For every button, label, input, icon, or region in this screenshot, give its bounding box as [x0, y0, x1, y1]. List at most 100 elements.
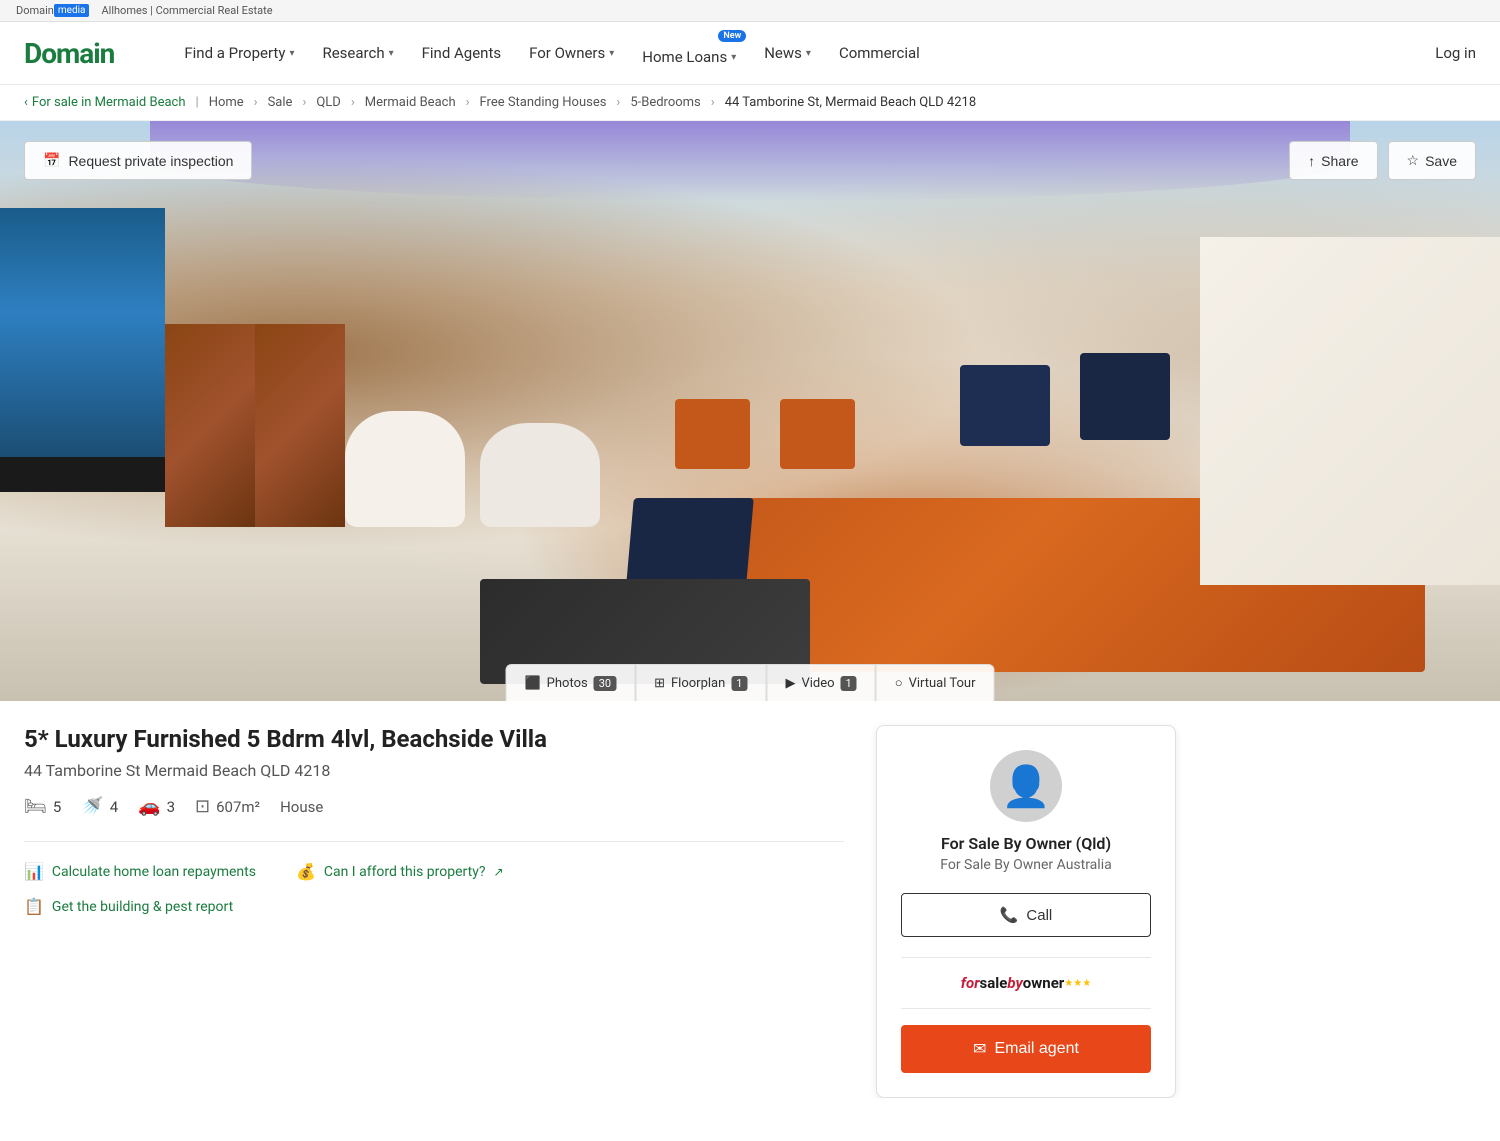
save-button[interactable]: ☆ Save [1388, 141, 1476, 180]
new-badge: New [718, 30, 746, 42]
media-badge: media [54, 4, 90, 17]
video-count: 1 [841, 676, 857, 691]
loan-repayments-link[interactable]: 📊 Calculate home loan repayments [24, 862, 256, 881]
property-photo [0, 121, 1500, 701]
panel-divider [901, 957, 1151, 958]
breadcrumb-separator: | [196, 95, 199, 110]
breadcrumb-current: 44 Tamborine St, Mermaid Beach QLD 4218 [725, 95, 976, 110]
agent-panel: 👤 For Sale By Owner (Qld) For Sale By Ow… [876, 725, 1176, 1098]
panel-divider-2 [901, 1008, 1151, 1009]
chevron-down-icon: ▾ [731, 52, 736, 63]
white-chair [345, 411, 465, 527]
chevron-left-icon: ‹ [24, 95, 28, 110]
breadcrumb-arrow: › [616, 95, 620, 110]
email-agent-button[interactable]: ✉ Email agent [901, 1025, 1151, 1073]
breadcrumb-arrow: › [466, 95, 470, 110]
breadcrumb-home[interactable]: Home [209, 95, 244, 110]
tab-floorplan[interactable]: ⊞ Floorplan 1 [635, 664, 766, 701]
floorplan-count: 1 [731, 676, 747, 691]
media-tabs: ⬛ Photos 30 ⊞ Floorplan 1 ▶ Video 1 ○ Vi… [505, 664, 994, 701]
domain-media-links: Domain media [16, 4, 89, 17]
tab-photos[interactable]: ⬛ Photos 30 [505, 664, 635, 701]
tv-screen [0, 208, 165, 469]
garage-count: 3 [167, 798, 175, 816]
bedroom-count: 5 [53, 798, 61, 816]
calendar-icon: 📅 [43, 152, 60, 169]
star-icon: ☆ [1407, 152, 1420, 169]
chevron-down-icon: ▾ [609, 48, 614, 59]
property-type: House [280, 798, 323, 816]
tab-video[interactable]: ▶ Video 1 [766, 664, 875, 701]
nav-for-owners[interactable]: For Owners ▾ [515, 36, 628, 70]
blue-chair-2 [960, 365, 1050, 446]
tab-virtual-tour[interactable]: ○ Virtual Tour [876, 664, 995, 701]
photos-icon: ⬛ [524, 676, 540, 691]
agent-company: For Sale By Owner Australia [901, 857, 1151, 873]
nav-research[interactable]: Research ▾ [308, 36, 407, 70]
feature-area: ⊡ 607m² [195, 796, 260, 817]
photos-count: 30 [594, 676, 616, 691]
feature-bathrooms: 🚿 4 [81, 796, 118, 817]
action-links: 📊 Calculate home loan repayments 💰 Can I… [24, 862, 844, 881]
breadcrumb-sale[interactable]: Sale [268, 95, 293, 110]
nav-find-agents[interactable]: Find Agents [408, 36, 516, 70]
breadcrumb-arrow: › [254, 95, 258, 110]
car-icon: 🚗 [138, 796, 160, 817]
agent-name: For Sale By Owner (Qld) [901, 834, 1151, 853]
login-button[interactable]: Log in [1435, 44, 1476, 62]
breadcrumb-qld[interactable]: QLD [316, 95, 340, 110]
bathroom-count: 4 [110, 798, 118, 816]
bath-icon: 🚿 [81, 796, 103, 817]
breadcrumb-mermaid-beach[interactable]: Mermaid Beach [365, 95, 456, 110]
breadcrumb-back[interactable]: ‹ For sale in Mermaid Beach [24, 95, 186, 110]
domain-word: Domain [16, 4, 54, 17]
navigation: Domain Find a Property ▾ Research ▾ Find… [0, 22, 1500, 85]
property-details: 5* Luxury Furnished 5 Bdrm 4lvl, Beachsi… [24, 725, 844, 1098]
call-button[interactable]: 📞 Call [901, 893, 1151, 937]
wood-door [165, 324, 255, 527]
tv-stand [0, 457, 165, 492]
nav-news[interactable]: News ▾ [750, 36, 825, 70]
area-icon: ⊡ [195, 796, 210, 817]
breadcrumb: ‹ For sale in Mermaid Beach | Home › Sal… [0, 85, 1500, 121]
video-icon: ▶ [785, 676, 795, 691]
hero-image: 📅 Request private inspection ↑ Share ☆ S… [0, 121, 1500, 701]
external-link-icon: ↗ [493, 865, 503, 879]
hero-right-buttons: ↑ Share ☆ Save [1289, 141, 1476, 180]
email-icon: ✉ [973, 1039, 986, 1059]
agent-avatar: 👤 [990, 750, 1062, 822]
chevron-down-icon: ▾ [289, 48, 294, 59]
breadcrumb-free-standing[interactable]: Free Standing Houses [480, 95, 607, 110]
white-chair-2 [480, 423, 600, 527]
breadcrumb-arrow: › [351, 95, 355, 110]
wood-door-2 [255, 324, 345, 527]
nav-home-loans[interactable]: New Home Loans ▾ [628, 32, 750, 74]
nav-find-property[interactable]: Find a Property ▾ [170, 36, 308, 70]
report-icon: 📋 [24, 897, 44, 916]
afford-link[interactable]: 💰 Can I afford this property? ↗ [296, 862, 504, 881]
breadcrumb-bedrooms[interactable]: 5-Bedrooms [630, 95, 700, 110]
site-logo[interactable]: Domain [24, 37, 114, 70]
breadcrumb-arrow: › [302, 95, 306, 110]
nav-items: Find a Property ▾ Research ▾ Find Agents… [170, 32, 1403, 74]
property-title: 5* Luxury Furnished 5 Bdrm 4lvl, Beachsi… [24, 725, 844, 753]
top-bar-links[interactable]: Allhomes | Commercial Real Estate [101, 4, 272, 17]
property-address: 44 Tamborine St Mermaid Beach QLD 4218 [24, 761, 844, 780]
breadcrumb-arrow: › [711, 95, 715, 110]
chevron-down-icon: ▾ [389, 48, 394, 59]
kitchen-area [1200, 237, 1500, 585]
request-inspection-button[interactable]: 📅 Request private inspection [24, 141, 252, 180]
property-features: 🛏 5 🚿 4 🚗 3 ⊡ 607m² House [24, 796, 844, 817]
bed-icon: 🛏 [24, 796, 47, 817]
calculator-icon: 📊 [24, 862, 44, 881]
phone-icon: 📞 [1000, 906, 1019, 924]
hero-overlay: 📅 Request private inspection ↑ Share ☆ S… [0, 121, 1500, 200]
dark-pillow [626, 498, 754, 585]
share-icon: ↑ [1308, 153, 1315, 169]
share-button[interactable]: ↑ Share [1289, 141, 1377, 180]
nav-commercial[interactable]: Commercial [825, 36, 934, 70]
virtual-tour-icon: ○ [895, 675, 903, 691]
building-pest-link[interactable]: 📋 Get the building & pest report [24, 897, 844, 916]
blue-chair [1080, 353, 1170, 440]
person-icon: 👤 [1001, 763, 1051, 810]
